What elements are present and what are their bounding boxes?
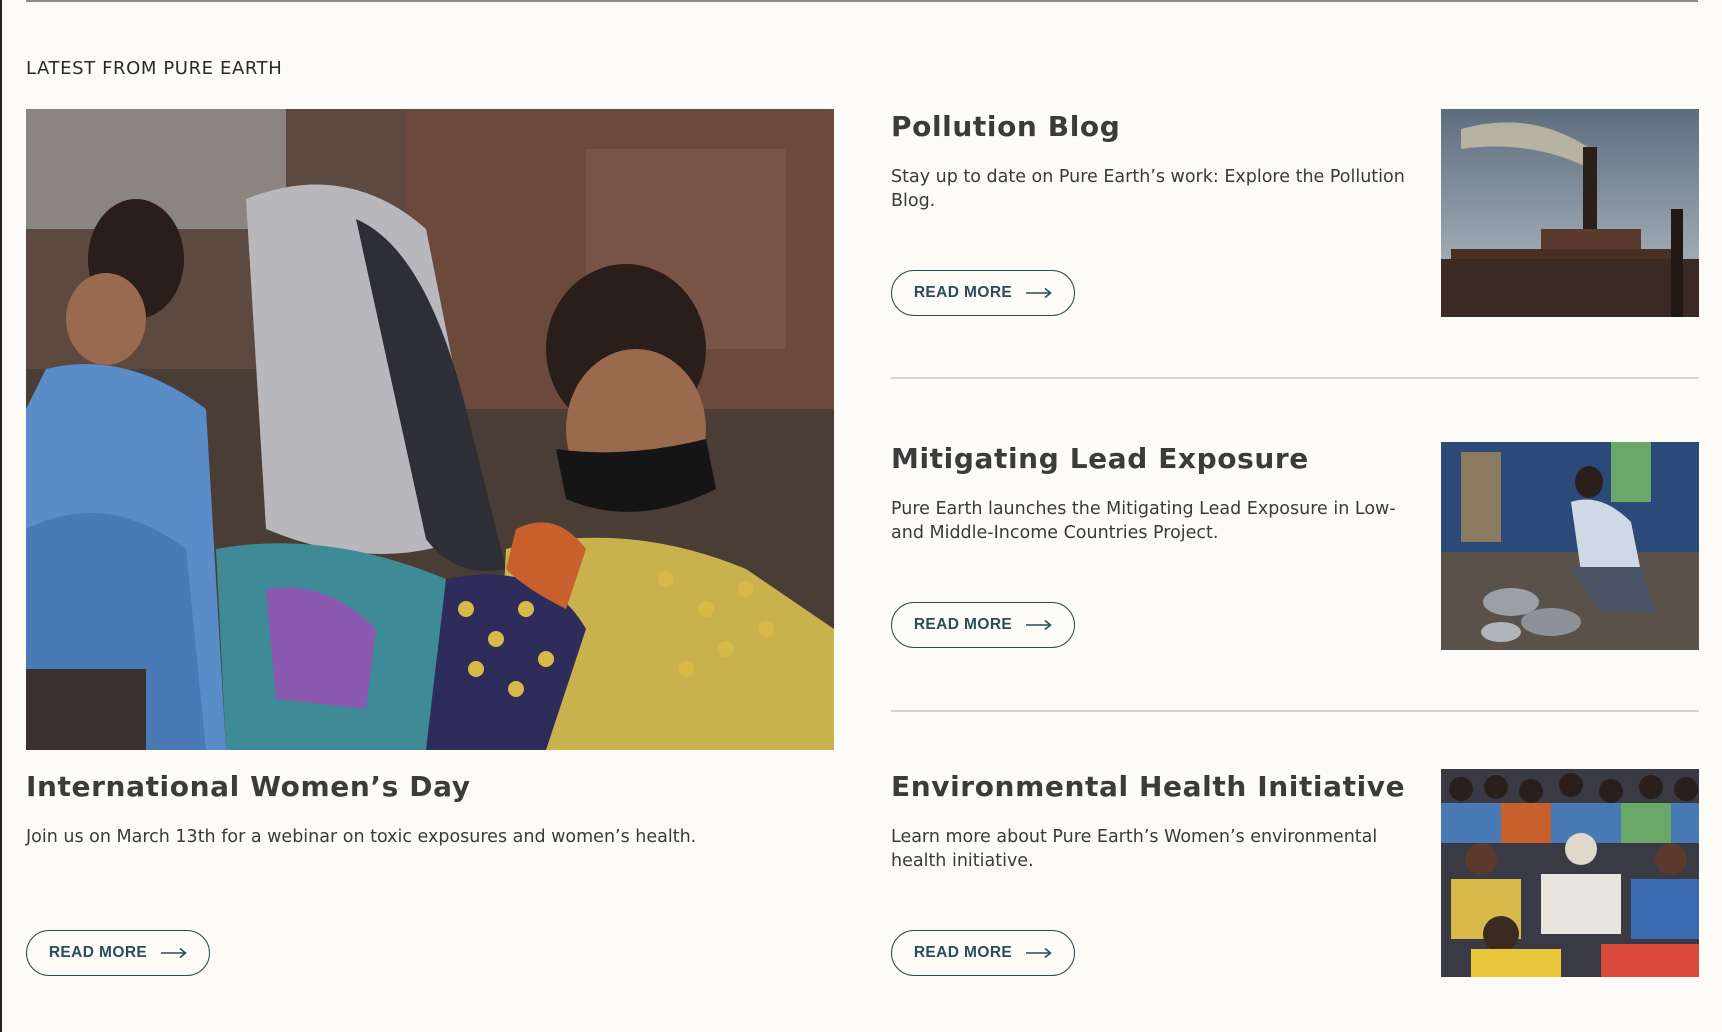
section-heading: LATEST FROM PURE EARTH — [26, 58, 283, 79]
read-more-label: READ MORE — [48, 944, 148, 961]
arrow-right-icon — [1026, 947, 1052, 959]
item-divider — [891, 710, 1699, 712]
item-title[interactable]: Pollution Blog — [891, 110, 1120, 143]
item-description: Learn more about Pure Earth’s Women’s en… — [891, 827, 1378, 871]
lead-exposure-read-more-button[interactable]: READ MORE — [891, 602, 1075, 648]
women-gathering-photo — [1441, 769, 1699, 977]
item-description: Stay up to date on Pure Earth’s work: Ex… — [891, 167, 1405, 211]
feature-read-more-button[interactable]: READ MORE — [26, 930, 210, 976]
item-title[interactable]: Mitigating Lead Exposure — [891, 442, 1309, 475]
item-title[interactable]: Environmental Health Initiative — [891, 770, 1405, 803]
item-divider — [891, 377, 1699, 379]
pollution-blog-read-more-button[interactable]: READ MORE — [891, 270, 1075, 316]
environmental-health-read-more-button[interactable]: READ MORE — [891, 930, 1075, 976]
arrow-right-icon — [1026, 287, 1052, 299]
feature-image[interactable] — [26, 109, 834, 750]
cookware-testing-photo — [1441, 442, 1699, 650]
page-left-border — [0, 0, 2, 1032]
feature-title: International Women’s Day — [26, 770, 471, 803]
item-description: Pure Earth launches the Mitigating Lead … — [891, 499, 1396, 543]
read-more-label: READ MORE — [913, 284, 1013, 301]
smokestack-photo — [1441, 109, 1699, 317]
read-more-label: READ MORE — [913, 944, 1013, 961]
women-sitting-photo — [26, 109, 834, 750]
arrow-right-icon — [161, 947, 187, 959]
environmental-health-thumbnail[interactable] — [1441, 769, 1699, 977]
feature-description: Join us on March 13th for a webinar on t… — [26, 827, 697, 847]
arrow-right-icon — [1026, 619, 1052, 631]
read-more-label: READ MORE — [913, 616, 1013, 633]
lead-exposure-thumbnail[interactable] — [1441, 442, 1699, 650]
top-divider — [26, 0, 1698, 2]
pollution-blog-thumbnail[interactable] — [1441, 109, 1699, 317]
